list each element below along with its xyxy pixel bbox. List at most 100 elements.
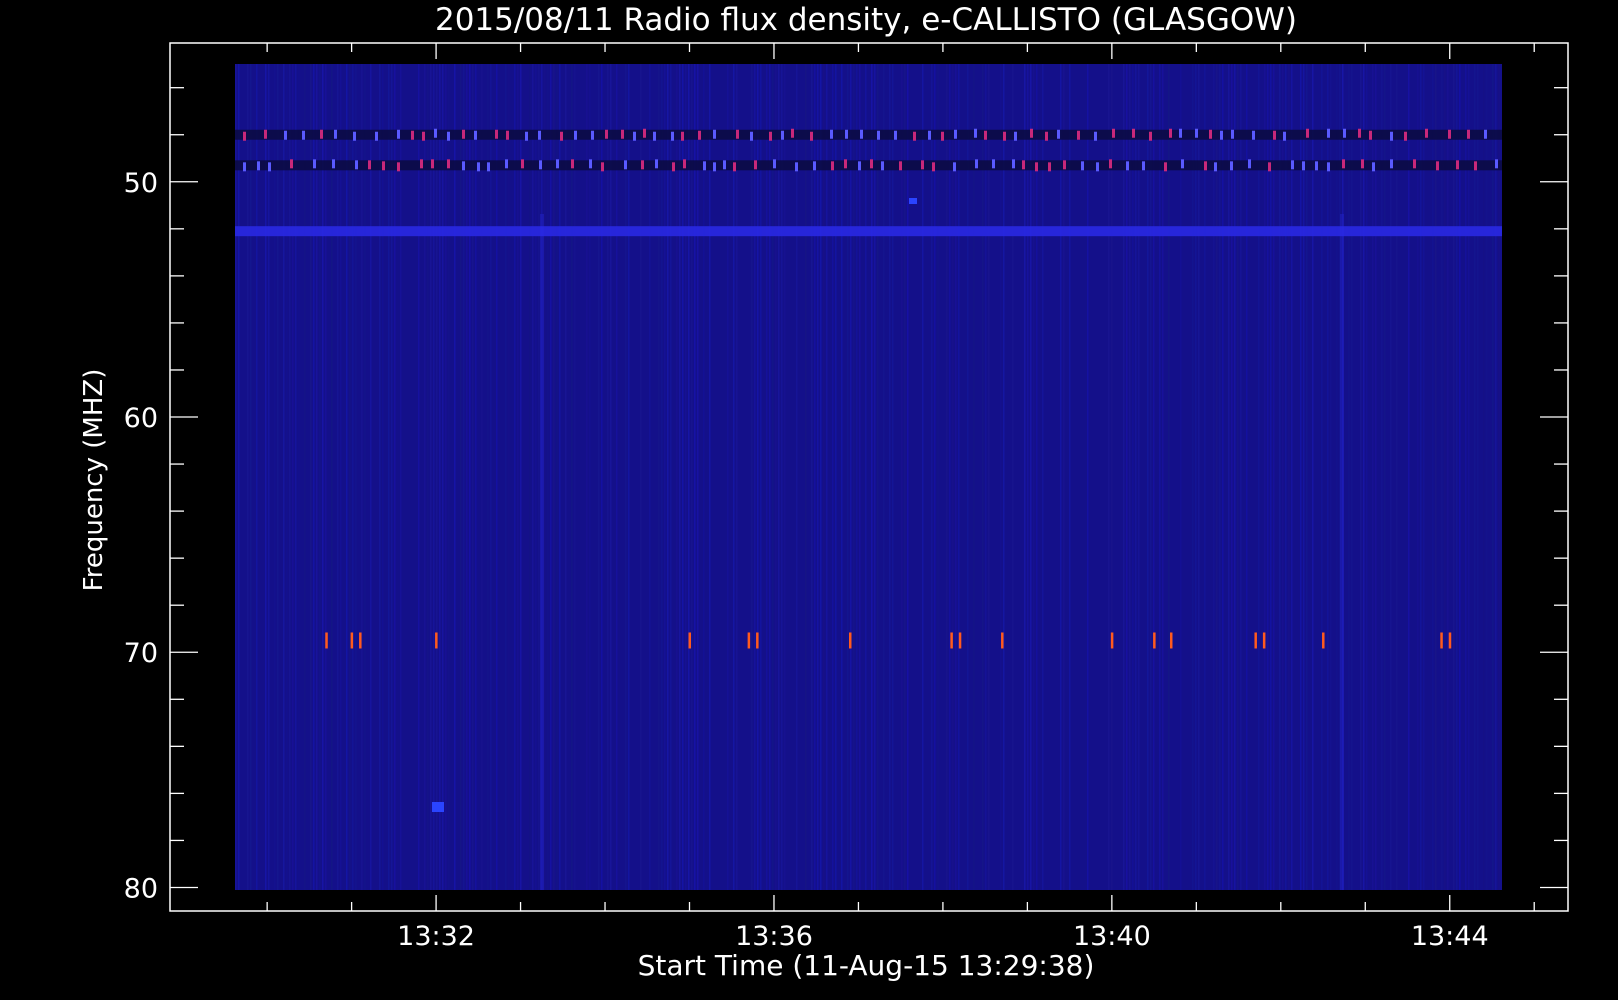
band-dash	[877, 130, 880, 140]
band-dash	[624, 160, 627, 170]
band-dash	[539, 160, 542, 170]
noise-streak	[1153, 64, 1155, 890]
noise-streak	[988, 64, 990, 890]
noise-streak	[517, 64, 519, 890]
noise-streak	[775, 64, 777, 890]
spike	[1153, 632, 1156, 649]
band-dash	[1181, 159, 1184, 169]
noise-streak	[352, 64, 354, 890]
noise-streak	[454, 64, 456, 890]
band-dash	[1358, 128, 1361, 138]
noise-streak	[1030, 64, 1032, 890]
noise-streak	[625, 64, 627, 890]
noise-streak	[1024, 64, 1026, 890]
band-dash	[355, 160, 358, 170]
band-dash	[653, 131, 656, 141]
band-dash	[1169, 128, 1172, 138]
noise-streak	[550, 64, 552, 890]
noise-streak	[892, 64, 894, 890]
noise-streak	[346, 64, 348, 890]
noise-streak	[1336, 64, 1338, 890]
noise-streak	[661, 64, 663, 890]
band-dash	[368, 160, 371, 170]
noise-streak	[1027, 64, 1029, 890]
band-dash	[420, 159, 423, 169]
band-dash	[881, 161, 884, 171]
noise-streak	[340, 64, 342, 890]
noise-streak	[667, 64, 669, 890]
band-dash	[264, 129, 267, 139]
noise-streak	[1123, 64, 1125, 890]
band-dash	[1214, 162, 1217, 172]
noise-streak	[268, 64, 270, 890]
noise-streak	[1108, 64, 1110, 890]
y-tick-label: 50	[124, 168, 158, 199]
noise-streak	[559, 64, 561, 890]
noise-streak	[1240, 64, 1242, 890]
band-dash	[655, 159, 658, 169]
noise-streak	[1340, 214, 1344, 890]
band-dash	[477, 162, 480, 172]
band-dash	[1425, 128, 1428, 138]
noise-streak	[679, 64, 681, 890]
noise-streak	[958, 64, 960, 890]
band-dash	[810, 131, 813, 141]
noise-streak	[1204, 64, 1206, 890]
band-dash	[1361, 159, 1364, 169]
noise-streak	[691, 64, 693, 890]
noise-streak	[1219, 64, 1221, 890]
noise-streak	[391, 64, 393, 890]
noise-streak	[547, 64, 549, 890]
noise-streak	[460, 64, 462, 890]
noise-streak	[553, 64, 555, 890]
noise-streak	[1375, 64, 1377, 890]
noise-streak	[1180, 64, 1182, 890]
band-dash	[1204, 161, 1207, 171]
noise-streak	[1408, 64, 1410, 890]
band-dash	[954, 129, 957, 139]
band-dash	[713, 162, 716, 172]
band-dash	[831, 161, 834, 171]
noise-streak	[1498, 64, 1500, 890]
band-dash	[1003, 131, 1006, 141]
x-tick-label: 13:36	[735, 921, 813, 952]
noise-streak	[772, 64, 774, 890]
band-dash	[723, 160, 726, 170]
noise-streak	[853, 64, 855, 890]
band-dash	[781, 130, 784, 140]
spike	[747, 632, 751, 649]
noise-streak	[1138, 64, 1140, 890]
noise-streak	[433, 64, 435, 890]
band-dash	[1142, 161, 1145, 171]
noise-streak	[520, 64, 522, 890]
noise-streak	[1381, 64, 1383, 890]
band-dash	[397, 129, 400, 139]
noise-streak	[445, 64, 447, 890]
band-dash	[521, 159, 524, 169]
noise-streak	[1000, 64, 1002, 890]
noise-streak	[466, 64, 468, 890]
noise-streak	[1390, 64, 1392, 890]
noise-streak	[436, 64, 438, 890]
band-dash	[683, 159, 686, 169]
band-dash	[754, 160, 757, 170]
band-dash	[506, 130, 509, 140]
noise-streak	[265, 64, 267, 890]
noise-streak	[400, 64, 402, 890]
band-dash	[1030, 128, 1033, 138]
band-dash	[591, 130, 594, 140]
band-dash	[974, 128, 977, 138]
band-dash	[1273, 130, 1276, 140]
band-dash	[860, 129, 863, 139]
band-dash	[487, 162, 490, 172]
noise-streak	[781, 64, 783, 890]
band-dash	[1369, 130, 1372, 140]
noise-streak	[949, 64, 951, 890]
noise-streak	[1459, 64, 1461, 890]
noise-streak	[1456, 64, 1458, 890]
band-dash	[1291, 160, 1294, 170]
noise-streak	[1087, 64, 1089, 890]
band-dash	[845, 129, 848, 139]
noise-streak	[322, 64, 324, 890]
band-dash	[703, 161, 706, 171]
